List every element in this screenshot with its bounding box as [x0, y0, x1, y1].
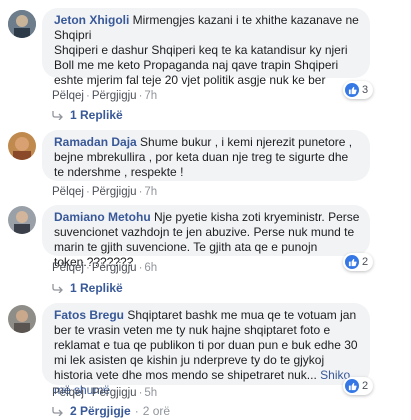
comment-author[interactable]: Damiano Metohu [54, 210, 151, 224]
like-icon [345, 83, 359, 97]
comment-author[interactable]: Ramadan Daja [54, 135, 137, 149]
reply-arrow-icon [52, 407, 63, 416]
reply-link[interactable]: Përgjigju [92, 262, 137, 274]
avatar[interactable] [8, 305, 36, 333]
comment-time[interactable]: 7h [144, 186, 157, 198]
comment-bubble: Damiano Metohu Nje pyetie kisha zoti kry… [42, 205, 370, 269]
comment-actions: Pëlqej · Përgjigju · 7h [52, 186, 158, 198]
reply-link[interactable]: Përgjigju [92, 90, 137, 102]
like-link[interactable]: Pëlqej [52, 387, 84, 399]
comment-time[interactable]: 6h [144, 262, 157, 274]
reaction-count[interactable]: 2 [343, 253, 373, 271]
avatar[interactable] [8, 10, 36, 38]
comment-time[interactable]: 7h [144, 90, 157, 102]
reaction-count[interactable]: 3 [343, 81, 373, 99]
comment-actions: Pëlqej · Përgjigju · 6h [52, 262, 158, 274]
comment-bubble: Jeton Xhigoli Mirmengjes kazani i te xhi… [42, 8, 370, 87]
comment-bubble: Fatos Bregu Shqiptaret bashk me mua qe t… [42, 303, 370, 397]
view-replies[interactable]: 1 Replikë [52, 108, 123, 122]
avatar[interactable] [8, 206, 36, 234]
like-icon [345, 255, 359, 269]
like-link[interactable]: Pëlqej [52, 186, 84, 198]
avatar[interactable] [8, 132, 36, 160]
reply-arrow-icon [52, 111, 63, 120]
replies-time: 2 orë [142, 404, 171, 418]
comment-actions: Pëlqej · Përgjigju · 5h [52, 387, 158, 399]
like-link[interactable]: Pëlqej [52, 262, 84, 274]
reply-link[interactable]: Përgjigju [92, 387, 137, 399]
reply-link[interactable]: Përgjigju [92, 186, 137, 198]
comment-bubble: Ramadan Daja Shume bukur , i kemi njerez… [42, 130, 370, 181]
reaction-count[interactable]: 2 [343, 377, 373, 395]
like-link[interactable]: Pëlqej [52, 90, 84, 102]
comment-author[interactable]: Jeton Xhigoli [54, 13, 129, 27]
comment-actions: Pëlqej · Përgjigju · 7h [52, 90, 158, 102]
comment-author[interactable]: Fatos Bregu [54, 308, 124, 322]
view-replies[interactable]: 2 Përgjigje · 2 orë [52, 404, 170, 418]
like-icon [345, 379, 359, 393]
view-replies[interactable]: 1 Replikë [52, 281, 123, 295]
reply-arrow-icon [52, 284, 63, 293]
comment-time[interactable]: 5h [144, 387, 157, 399]
